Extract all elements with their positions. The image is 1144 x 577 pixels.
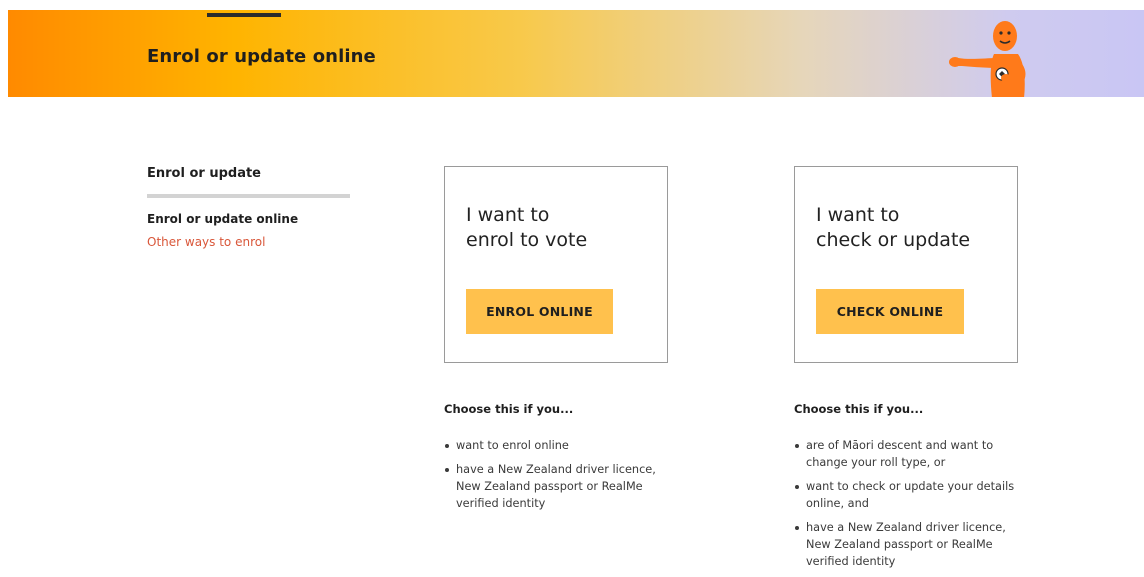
enrol-online-button[interactable]: ENROL ONLINE: [466, 289, 613, 334]
active-tab-indicator: [207, 13, 281, 17]
check-criteria: Choose this if you... are of Māori desce…: [794, 402, 1054, 577]
enrol-card-heading-line1: I want to: [466, 204, 550, 226]
list-item: want to enrol online: [444, 437, 682, 454]
check-card-heading-line1: I want to: [816, 204, 900, 226]
side-nav-item-other-ways-to-enrol[interactable]: Other ways to enrol: [147, 235, 350, 249]
enrol-criteria-list: want to enrol online have a New Zealand …: [444, 437, 704, 512]
side-nav-divider: [147, 194, 350, 198]
check-criteria-heading: Choose this if you...: [794, 402, 924, 416]
list-item: have a New Zealand driver licence, New Z…: [794, 519, 1032, 570]
list-item: are of Māori descent and want to change …: [794, 437, 1032, 471]
list-item: have a New Zealand driver licence, New Z…: [444, 461, 682, 512]
enrol-criteria: Choose this if you... want to enrol onli…: [444, 402, 704, 519]
enrol-card-heading-line2: enrol to vote: [466, 229, 588, 251]
check-online-button[interactable]: CHECK ONLINE: [816, 289, 964, 334]
section-side-nav: Enrol or update Enrol or update online O…: [147, 166, 350, 249]
list-item: want to check or update your details onl…: [794, 478, 1032, 512]
check-card-heading: I want to check or update: [816, 203, 1006, 253]
orange-mascot-pointing-icon: [949, 21, 1026, 97]
check-card: I want to check or update CHECK ONLINE: [794, 166, 1018, 363]
enrol-criteria-heading: Choose this if you...: [444, 402, 574, 416]
check-card-heading-line2: check or update: [816, 229, 971, 251]
enrol-card: I want to enrol to vote ENROL ONLINE: [444, 166, 668, 363]
page-title: Enrol or update online: [147, 46, 376, 67]
page-banner: Enrol or update online: [8, 10, 1144, 97]
enrol-card-heading: I want to enrol to vote: [466, 203, 656, 253]
check-criteria-list: are of Māori descent and want to change …: [794, 437, 1054, 570]
side-nav-item-enrol-or-update-online[interactable]: Enrol or update online: [147, 212, 350, 226]
side-nav-heading: Enrol or update: [147, 166, 261, 181]
